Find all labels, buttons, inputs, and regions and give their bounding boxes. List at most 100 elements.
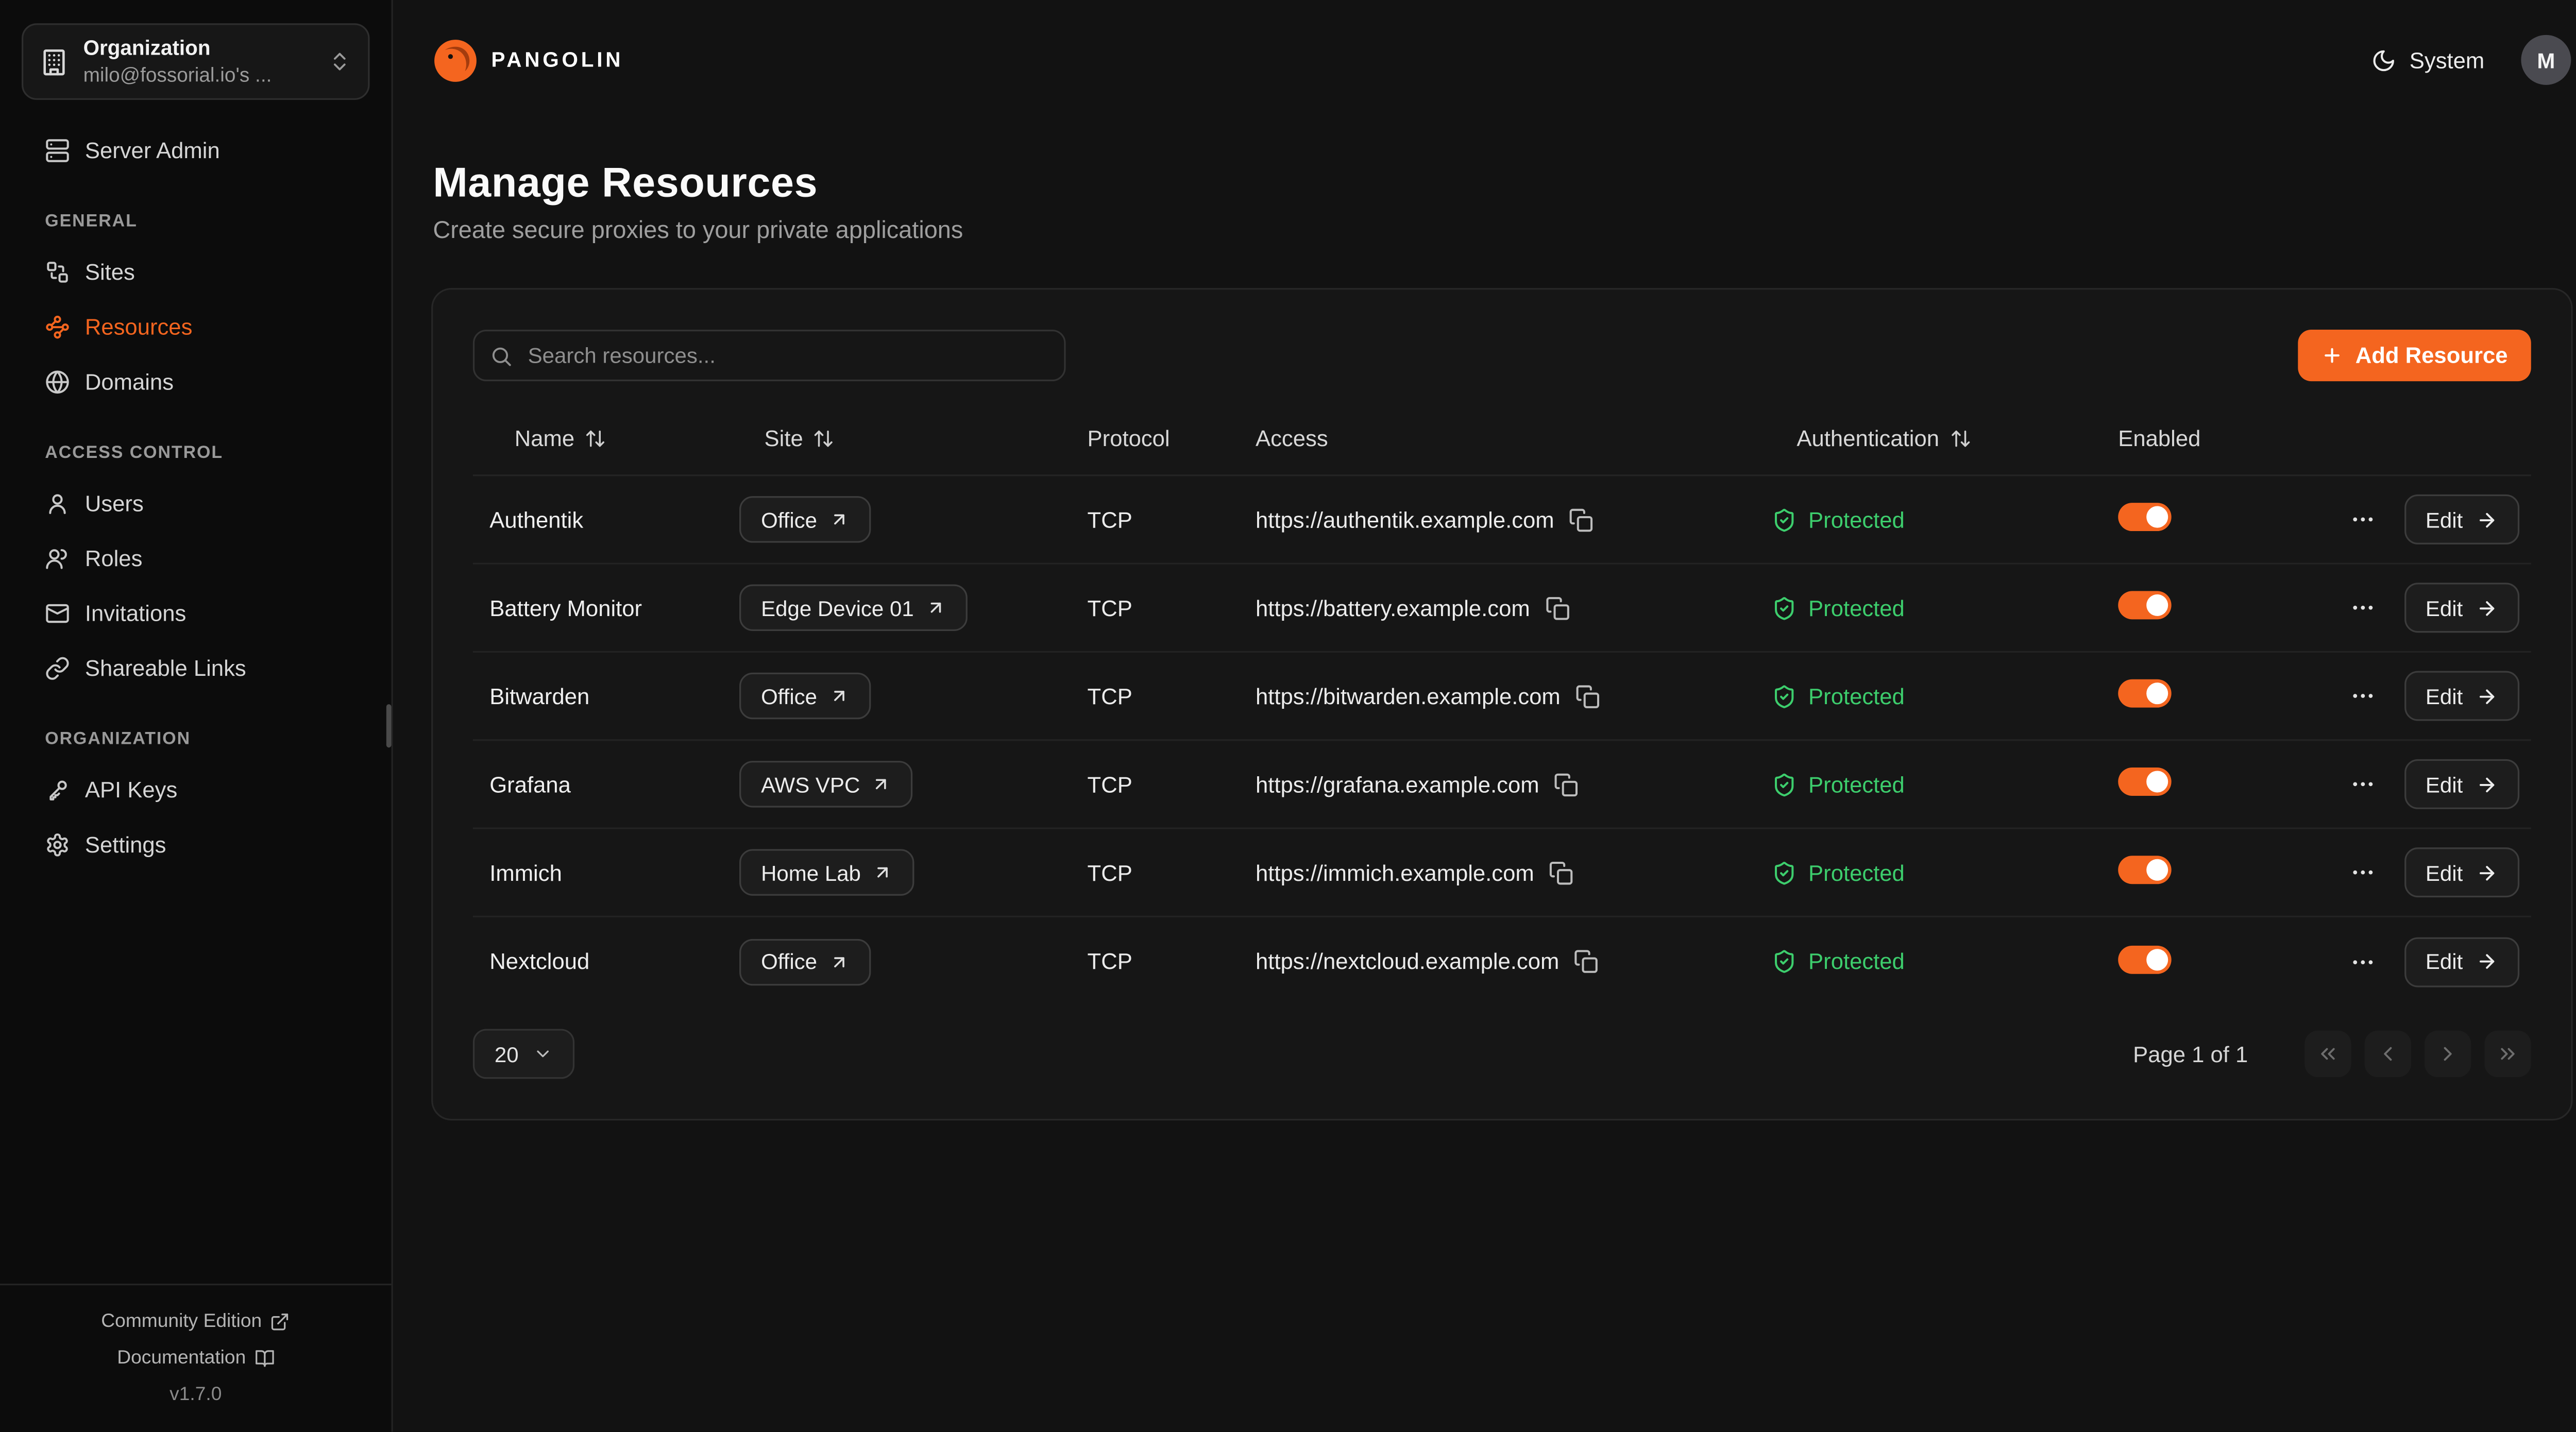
- site-name: Home Lab: [761, 860, 861, 884]
- brand: PANGOLIN: [433, 38, 623, 82]
- pagination-previous-button[interactable]: [2365, 1031, 2411, 1077]
- protocol-cell: TCP: [1088, 860, 1256, 884]
- site-link-badge[interactable]: Home Lab: [739, 849, 914, 895]
- arrow-right-icon: [2476, 862, 2498, 883]
- column-label: Enabled: [2118, 426, 2200, 451]
- shield-check-icon: [1772, 507, 1797, 532]
- user-avatar[interactable]: M: [2521, 35, 2571, 85]
- pagination-first-button[interactable]: [2304, 1031, 2351, 1077]
- access-url: https://battery.example.com: [1256, 595, 1530, 620]
- copy-url-button[interactable]: [1549, 860, 1574, 884]
- site-link-badge[interactable]: AWS VPC: [739, 761, 913, 807]
- enabled-cell: [2118, 945, 2318, 978]
- gear-icon: [45, 832, 70, 857]
- resource-name: Grafana: [489, 772, 739, 796]
- community-edition-link[interactable]: Community Edition: [0, 1304, 392, 1340]
- sidebar-item-label: Shareable Links: [85, 656, 246, 680]
- protocol-cell: TCP: [1088, 772, 1256, 796]
- toggle-knob: [2146, 859, 2168, 881]
- row-menu-button[interactable]: [2346, 856, 2379, 889]
- sidebar-item-invitations[interactable]: Invitations: [0, 586, 392, 641]
- documentation-link[interactable]: Documentation: [0, 1340, 392, 1377]
- sidebar-scrollbar-thumb[interactable]: [386, 704, 392, 747]
- enabled-toggle[interactable]: [2118, 768, 2171, 796]
- sidebar-nav: Server Admin GENERAL Sites Resources Dom…: [0, 123, 392, 872]
- enabled-toggle[interactable]: [2118, 591, 2171, 619]
- page-size-select[interactable]: 20: [473, 1029, 575, 1079]
- ellipsis-icon: [2349, 594, 2376, 621]
- sidebar-item-domains[interactable]: Domains: [0, 354, 392, 410]
- sidebar-item-sites[interactable]: Sites: [0, 245, 392, 300]
- key-icon: [45, 777, 70, 802]
- site-link-badge[interactable]: Office: [739, 673, 870, 719]
- ellipsis-icon: [2349, 683, 2376, 709]
- site-name: Office: [761, 684, 817, 708]
- copy-url-button[interactable]: [1545, 595, 1570, 620]
- resource-name: Nextcloud: [489, 949, 739, 974]
- row-menu-button[interactable]: [2346, 768, 2379, 801]
- plus-icon: [2322, 345, 2344, 366]
- sidebar-item-api-keys[interactable]: API Keys: [0, 762, 392, 817]
- enabled-toggle[interactable]: [2118, 856, 2171, 884]
- sidebar-item-users[interactable]: Users: [0, 476, 392, 531]
- protocol-cell: TCP: [1088, 595, 1256, 620]
- access-cell: https://grafana.example.com: [1256, 772, 1772, 796]
- actions-cell: Edit: [2318, 495, 2531, 544]
- copy-icon: [1575, 684, 1600, 708]
- row-menu-button[interactable]: [2346, 591, 2379, 624]
- toggle-knob: [2146, 506, 2168, 528]
- enabled-toggle[interactable]: [2118, 503, 2171, 531]
- copy-url-button[interactable]: [1574, 949, 1599, 974]
- sidebar-item-resources[interactable]: Resources: [0, 300, 392, 355]
- site-link-badge[interactable]: Edge Device 01: [739, 584, 967, 630]
- site-cell: Edge Device 01: [739, 584, 1088, 630]
- add-resource-button[interactable]: Add Resource: [2299, 330, 2531, 381]
- theme-label: System: [2410, 47, 2484, 72]
- sidebar-item-settings[interactable]: Settings: [0, 817, 392, 873]
- arrow-right-icon: [2476, 773, 2498, 795]
- edit-button[interactable]: Edit: [2404, 847, 2519, 897]
- edit-button[interactable]: Edit: [2404, 583, 2519, 633]
- edit-label: Edit: [2426, 595, 2463, 620]
- column-header-site[interactable]: Site: [739, 426, 1088, 451]
- arrow-up-right-icon: [925, 598, 945, 618]
- search-icon: [489, 344, 513, 367]
- column-header-authentication[interactable]: Authentication: [1772, 426, 2118, 451]
- edit-button[interactable]: Edit: [2404, 671, 2519, 721]
- sidebar-item-roles[interactable]: Roles: [0, 531, 392, 586]
- edit-button[interactable]: Edit: [2404, 759, 2519, 809]
- org-picker[interactable]: Organization milo@fossorial.io's ...: [22, 23, 370, 100]
- pagination-last-button[interactable]: [2484, 1031, 2531, 1077]
- copy-url-button[interactable]: [1569, 507, 1594, 532]
- actions-cell: Edit: [2318, 671, 2531, 721]
- site-link-badge[interactable]: Office: [739, 938, 870, 984]
- row-menu-button[interactable]: [2346, 945, 2379, 978]
- site-link-badge[interactable]: Office: [739, 496, 870, 542]
- toggle-knob: [2146, 683, 2168, 704]
- edit-button[interactable]: Edit: [2404, 936, 2519, 986]
- copy-icon: [1574, 949, 1599, 974]
- copy-url-button[interactable]: [1575, 684, 1600, 708]
- access-cell: https://bitwarden.example.com: [1256, 684, 1772, 708]
- community-edition-label: Community Edition: [101, 1312, 262, 1332]
- authentication-cell: Protected: [1772, 772, 2118, 796]
- edit-button[interactable]: Edit: [2404, 495, 2519, 544]
- column-header-name[interactable]: Name: [489, 426, 739, 451]
- site-name: Office: [761, 949, 817, 974]
- search-input[interactable]: [473, 330, 1066, 381]
- table-row: Nextcloud Office TCP https://nextcloud.e…: [473, 917, 2531, 1005]
- row-menu-button[interactable]: [2346, 503, 2379, 536]
- page-subtitle: Create secure proxies to your private ap…: [433, 218, 2571, 245]
- sidebar-item-server-admin[interactable]: Server Admin: [0, 123, 392, 178]
- documentation-label: Documentation: [117, 1349, 246, 1369]
- copy-url-button[interactable]: [1554, 772, 1579, 796]
- authentication-cell: Protected: [1772, 860, 2118, 884]
- pagination-next-button[interactable]: [2425, 1031, 2471, 1077]
- enabled-toggle[interactable]: [2118, 679, 2171, 708]
- enabled-toggle[interactable]: [2118, 945, 2171, 973]
- edit-label: Edit: [2426, 684, 2463, 708]
- theme-toggle-button[interactable]: System: [2371, 47, 2484, 72]
- access-cell: https://battery.example.com: [1256, 595, 1772, 620]
- sidebar-item-shareable-links[interactable]: Shareable Links: [0, 641, 392, 696]
- row-menu-button[interactable]: [2346, 679, 2379, 713]
